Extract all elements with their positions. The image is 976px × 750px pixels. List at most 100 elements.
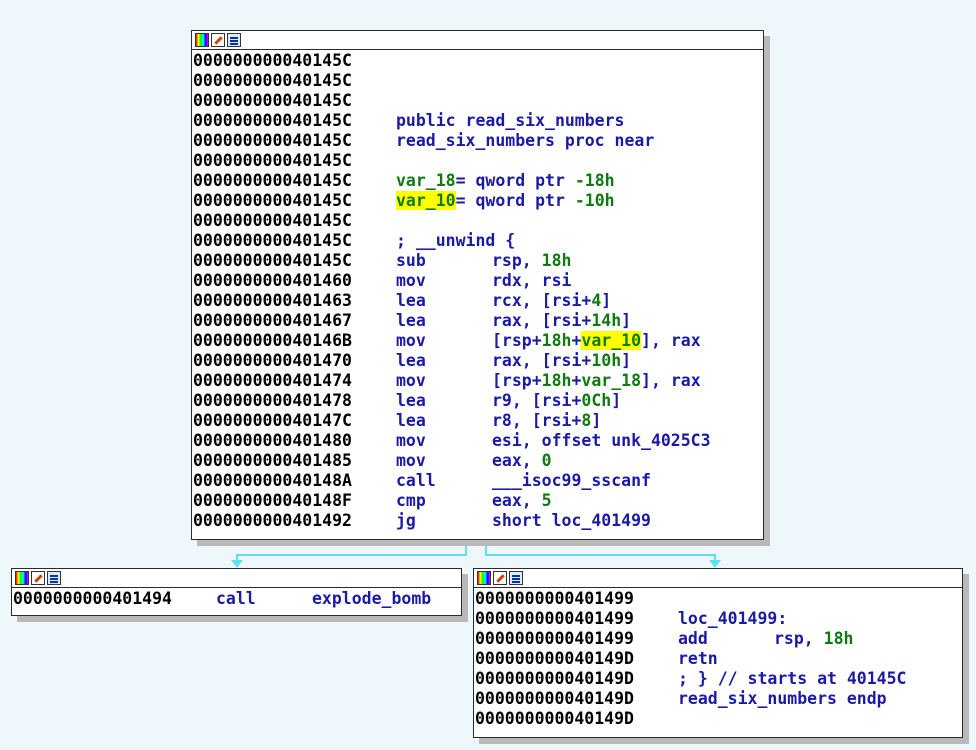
code-line[interactable]: 0000000000401478 lea r9, [rsi+0Ch] xyxy=(193,391,763,411)
edit-color-icon[interactable] xyxy=(31,571,45,585)
code-line[interactable]: 0000000000401463 lea rcx, [rsi+4] xyxy=(193,291,763,311)
graph-overview-icon[interactable] xyxy=(15,571,29,585)
code-label: public read_six_numbers xyxy=(396,111,625,130)
code-line[interactable]: 0000000000401474 mov [rsp+18h+var_18], rax xyxy=(193,371,763,391)
address: 0000000000401467 xyxy=(193,311,352,330)
mnemonic: call xyxy=(216,589,256,608)
operand-number: 18h xyxy=(541,251,572,270)
code-line[interactable]: 0000000000401499 add rsp, 18h xyxy=(475,629,962,649)
operand-number: 14h xyxy=(591,311,622,330)
address: 0000000000401499 xyxy=(475,629,634,648)
variable-type: = qword ptr xyxy=(455,171,575,190)
code-comment: ; __unwind { xyxy=(396,231,516,250)
edit-color-icon[interactable] xyxy=(211,33,225,47)
code-line[interactable]: 000000000040146B mov [rsp+18h+var_10], rax xyxy=(193,331,763,351)
operand: [rsp+ xyxy=(492,371,542,390)
mnemonic: mov xyxy=(396,331,426,350)
operand: [rsp+ xyxy=(492,331,542,350)
address: 0000000000401499 xyxy=(475,609,634,628)
mnemonic: mov xyxy=(396,371,426,390)
address: 000000000040145C xyxy=(193,71,352,90)
code-line[interactable]: 000000000040149D retn xyxy=(475,649,962,669)
mnemonic: lea xyxy=(396,291,426,310)
address: 0000000000401480 xyxy=(193,431,352,450)
address: 000000000040148F xyxy=(193,491,352,510)
operand-number: 18h xyxy=(823,629,854,648)
address: 0000000000401478 xyxy=(193,391,352,410)
code-line[interactable]: 000000000040145C xyxy=(193,91,763,111)
address: 000000000040145C xyxy=(193,171,352,190)
xrefs-icon[interactable] xyxy=(509,571,523,585)
operand-number: 18h xyxy=(541,331,572,350)
code-line[interactable]: 0000000000401492 jg short loc_401499 xyxy=(193,511,763,531)
code-line[interactable]: 000000000040145C sub rsp, 18h xyxy=(193,251,763,271)
mnemonic: mov xyxy=(396,431,426,450)
mnemonic: cmp xyxy=(396,491,426,510)
code-line[interactable]: 000000000040145C xyxy=(193,51,763,71)
operand: ] xyxy=(611,391,622,410)
code-line[interactable]: 0000000000401499 loc_401499: xyxy=(475,609,962,629)
code-block-explode-bomb[interactable]: 0000000000401494 call explode_bomb xyxy=(11,568,462,616)
address: 000000000040147C xyxy=(193,411,352,430)
code-line[interactable]: 000000000040145C read_six_numbers proc ne… xyxy=(193,131,763,151)
code-line[interactable]: 000000000040145C var_18= qword ptr -18h xyxy=(193,171,763,191)
code-line[interactable]: 000000000040149D read_six_numbers endp xyxy=(475,689,962,709)
code-line[interactable]: 000000000040145C xyxy=(193,71,763,91)
code-line[interactable]: 000000000040145C xyxy=(193,151,763,171)
block-titlebar xyxy=(474,569,962,588)
address: 0000000000401499 xyxy=(475,589,634,608)
code-line[interactable]: 0000000000401467 lea rax, [rsi+14h] xyxy=(193,311,763,331)
code-label: read_six_numbers proc near xyxy=(396,131,655,150)
edge-to-false-branch xyxy=(236,540,467,566)
code-block-loc-401499[interactable]: 0000000000401499 0000000000401499 loc_4014… xyxy=(473,568,963,738)
code-line[interactable]: 0000000000401480 mov esi, offset unk_4025C… xyxy=(193,431,763,451)
code-line[interactable]: 0000000000401460 mov rdx, rsi xyxy=(193,271,763,291)
code-line[interactable]: 000000000040149D ; } // starts at 40145C xyxy=(475,669,962,689)
code-line[interactable]: 000000000040148A call ___isoc99_sscanf xyxy=(193,471,763,491)
stack-variable: var_18 xyxy=(396,171,456,190)
xrefs-icon[interactable] xyxy=(47,571,61,585)
mnemonic: jg xyxy=(396,511,416,530)
code-line[interactable]: 000000000040148F cmp eax, 5 xyxy=(193,491,763,511)
operand: r9, [rsi+ xyxy=(492,391,582,410)
operand: ], rax xyxy=(641,371,701,390)
operand-number: 0Ch xyxy=(581,391,612,410)
mnemonic: lea xyxy=(396,351,426,370)
code-line[interactable]: 000000000040145C ; __unwind { xyxy=(193,231,763,251)
address: 000000000040145C xyxy=(193,251,352,270)
code-line[interactable]: 0000000000401499 xyxy=(475,589,962,609)
operand: rax, [rsi+ xyxy=(492,311,592,330)
operand: rax, [rsi+ xyxy=(492,351,592,370)
code-line[interactable]: 000000000040145C xyxy=(193,211,763,231)
code-comment: ; } // starts at 40145C xyxy=(678,669,907,688)
graph-overview-icon[interactable] xyxy=(195,33,209,47)
operand-number: 5 xyxy=(541,491,552,510)
code-line[interactable]: 0000000000401494 call explode_bomb xyxy=(13,589,461,609)
code-block-read-six-numbers[interactable]: 000000000040145C 000000000040145C 00000000… xyxy=(191,30,764,540)
mnemonic: add xyxy=(678,629,708,648)
code-line[interactable]: 000000000040147C lea r8, [rsi+8] xyxy=(193,411,763,431)
code-line[interactable]: 000000000040145C public read_six_numbers xyxy=(193,111,763,131)
code-line[interactable]: 0000000000401485 mov eax, 0 xyxy=(193,451,763,471)
operand: short loc_401499 xyxy=(492,511,651,530)
variable-type: = qword ptr xyxy=(455,191,575,210)
operand: ] xyxy=(591,411,602,430)
operand: ___isoc99_sscanf xyxy=(492,471,651,490)
address: 000000000040149D xyxy=(475,669,634,688)
block-titlebar xyxy=(192,31,763,50)
operand: rcx, [rsi+ xyxy=(492,291,592,310)
xrefs-icon[interactable] xyxy=(227,33,241,47)
variable-offset: -10h xyxy=(574,191,615,210)
graph-overview-icon[interactable] xyxy=(477,571,491,585)
edit-color-icon[interactable] xyxy=(493,571,507,585)
code-line[interactable]: 000000000040149D xyxy=(475,709,962,729)
mnemonic: mov xyxy=(396,271,426,290)
operand: eax, xyxy=(492,451,542,470)
code-label: loc_401499: xyxy=(678,609,788,628)
operand-number: 10h xyxy=(591,351,622,370)
code-line[interactable]: 0000000000401470 lea rax, [rsi+10h] xyxy=(193,351,763,371)
operand: ], rax xyxy=(641,331,701,350)
operand: eax, xyxy=(492,491,542,510)
code-line[interactable]: 000000000040145C var_10= qword ptr -10h xyxy=(193,191,763,211)
address: 000000000040149D xyxy=(475,709,634,728)
